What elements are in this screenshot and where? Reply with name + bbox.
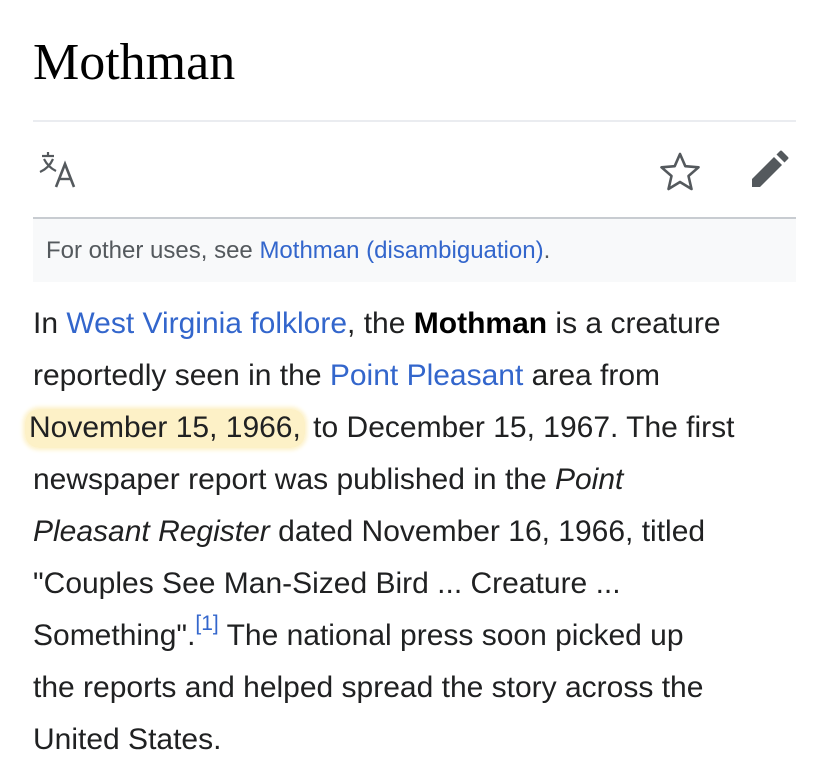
paragraph-line: In West Virginia folklore, the Mothman i… (33, 298, 803, 350)
translate-icon[interactable] (35, 148, 81, 194)
text: newspaper report was published in the (33, 463, 555, 496)
hatnote: For other uses, see Mothman (disambiguat… (33, 219, 796, 282)
reference-link-1[interactable]: [1] (195, 612, 218, 635)
paragraph-line: United States. (33, 714, 803, 766)
paragraph-line: reportedly seen in the Point Pleasant ar… (33, 350, 803, 402)
article-lead-paragraph: In West Virginia folklore, the Mothman i… (25, 298, 803, 766)
subject-bold: Mothman (413, 307, 548, 340)
paragraph-line: newspaper report was published in the Po… (33, 454, 803, 506)
hatnote-suffix: . (543, 237, 551, 264)
text: In (33, 307, 67, 340)
paragraph-line: Pleasant Register dated November 16, 196… (33, 506, 803, 558)
newspaper-title-italic: Point (554, 463, 624, 496)
paragraph-line: November 15, 1966, to December 15, 1967.… (25, 402, 803, 454)
page-title: Mothman (33, 34, 236, 91)
highlighted-date: November 15, 1966, (25, 409, 305, 448)
disambiguation-link[interactable]: Mothman (disambiguation) (259, 237, 543, 264)
text: "Couples See Man-Sized Bird ... Creature… (33, 567, 621, 600)
text: The national press soon picked up (218, 619, 684, 652)
text: to December 15, 1967. The first (304, 411, 735, 444)
text: Something". (33, 619, 196, 652)
star-icon[interactable] (657, 148, 703, 194)
text: area from (523, 359, 661, 392)
paragraph-line: Something".[1] The national press soon p… (33, 610, 803, 662)
point-pleasant-link[interactable]: Point Pleasant (330, 359, 523, 392)
text: reportedly seen in the (33, 359, 330, 392)
paragraph-line: "Couples See Man-Sized Bird ... Creature… (33, 558, 803, 610)
text: the reports and helped spread the story … (33, 671, 704, 704)
text: is a creature (547, 307, 721, 340)
page-actions-toolbar (33, 122, 796, 218)
text: United States. (33, 723, 222, 756)
text: dated November 16, 1966, titled (269, 515, 706, 548)
pencil-icon[interactable] (745, 148, 791, 194)
paragraph-line: the reports and helped spread the story … (33, 662, 803, 714)
text: , the (347, 307, 414, 340)
newspaper-title-italic: Pleasant Register (33, 515, 270, 548)
hatnote-prefix: For other uses, see (46, 237, 260, 264)
west-virginia-folklore-link[interactable]: West Virginia folklore (66, 307, 347, 340)
